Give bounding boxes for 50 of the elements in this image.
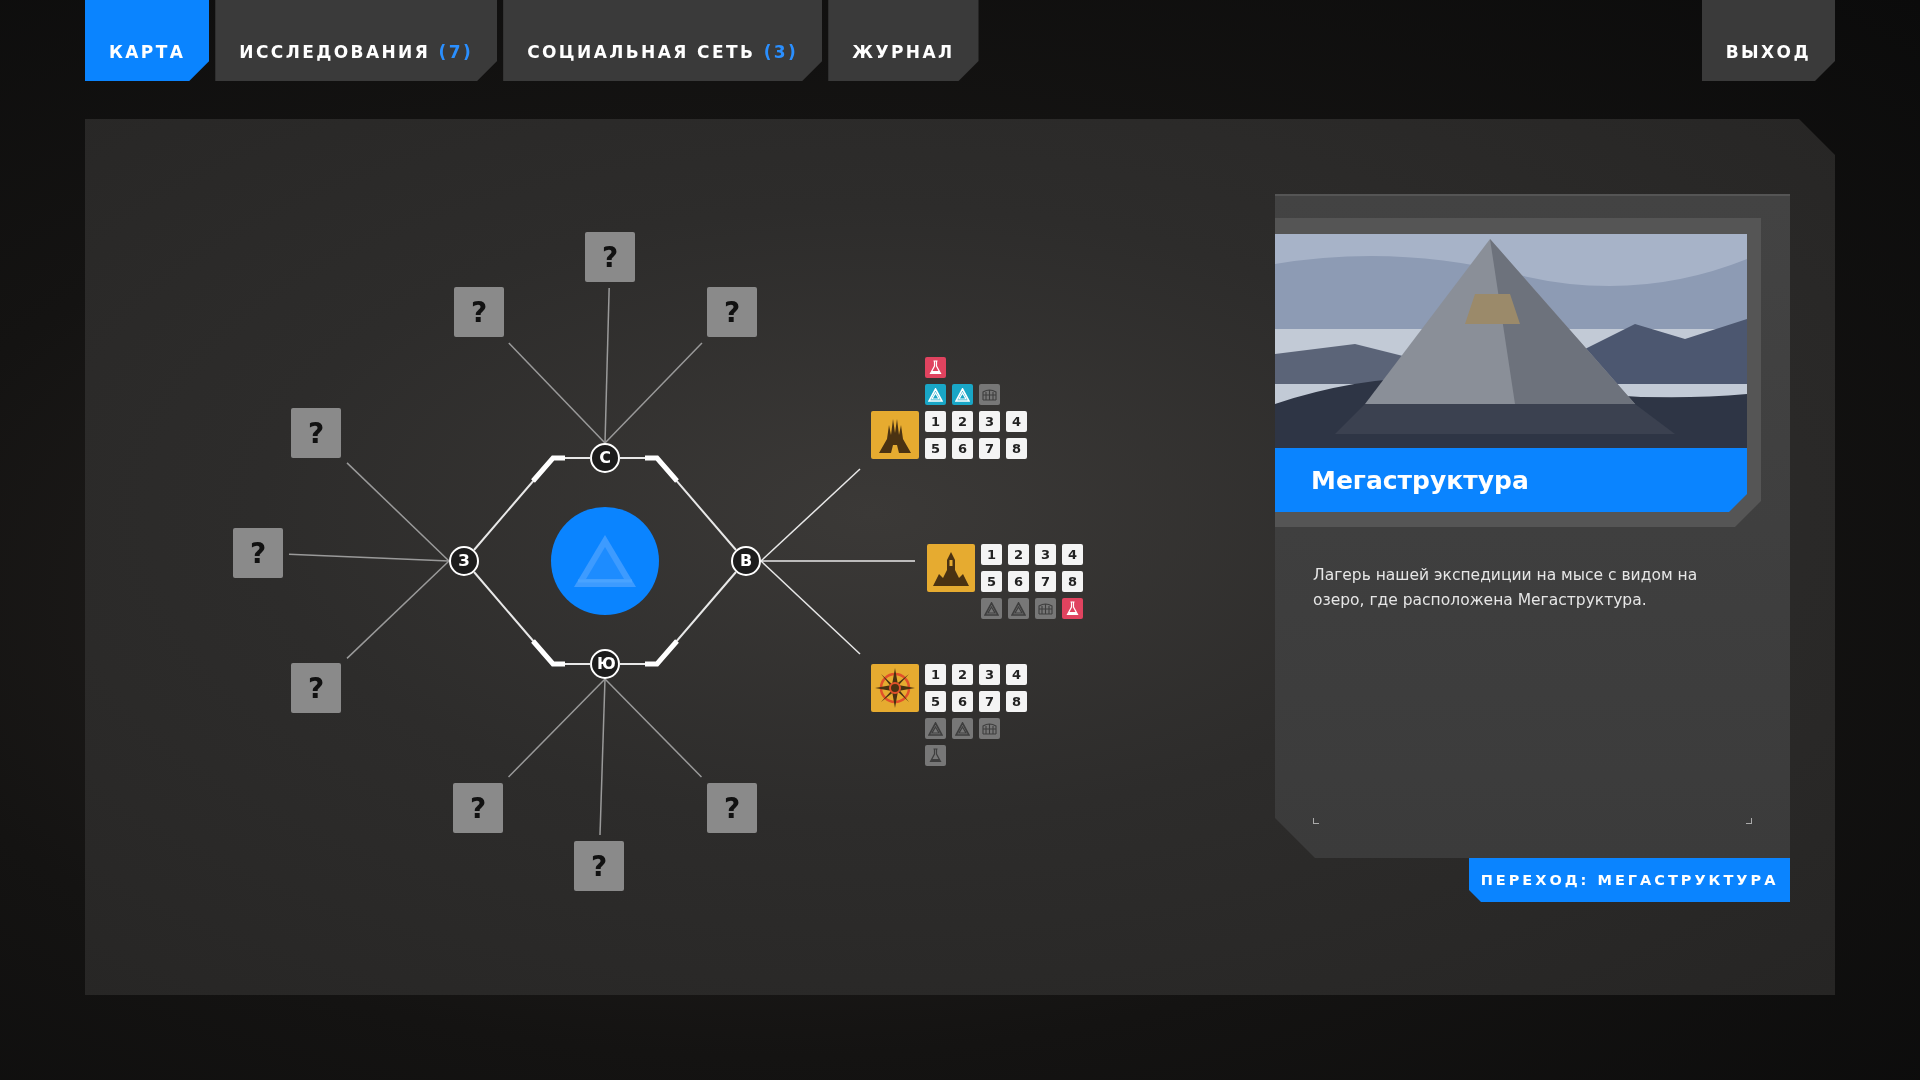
unknown-node[interactable]: ? [291,663,341,713]
compass-label: В [738,551,754,571]
unknown-node[interactable]: ? [454,287,504,337]
location-title: Мегаструктура [1275,448,1747,512]
slot-tile[interactable]: 2 [1008,544,1029,565]
slot-tile[interactable]: 6 [952,691,973,712]
travel-button[interactable]: ПЕРЕХОД: МЕГАСТРУКТУРА [1469,858,1790,902]
nav-tab[interactable]: СОЦИАЛЬНАЯ СЕТЬ (3) [503,0,823,81]
nav-tab[interactable]: КАРТА [85,0,210,81]
unknown-node[interactable]: ? [707,287,757,337]
unknown-node[interactable]: ? [707,783,757,833]
slot-tile[interactable]: 6 [1008,571,1029,592]
slot-tile[interactable]: 4 [1006,664,1027,685]
compass-label: Ю [597,654,613,674]
slot-tile[interactable]: 5 [981,571,1002,592]
compass-label: С [598,448,612,468]
slot-tile[interactable]: 1 [925,664,946,685]
slot-tile[interactable]: 8 [1006,438,1027,459]
unknown-node[interactable]: ? [233,528,283,578]
slot-tile[interactable]: 5 [925,691,946,712]
corner-mark [1313,818,1319,824]
slot-tile[interactable]: 8 [1062,571,1083,592]
slot-tile[interactable]: 8 [1006,691,1027,712]
slot-tile[interactable]: 4 [1062,544,1083,565]
location-description: Лагерь нашей экспедиции на мысе с видом на озеро, где расположена Мегаструктура. [1313,565,1699,611]
slot-tile[interactable]: 5 [925,438,946,459]
slot-tile[interactable]: 6 [952,438,973,459]
slot-tile[interactable]: 7 [979,691,1000,712]
unknown-node[interactable]: ? [291,408,341,458]
slot-tile[interactable]: 7 [979,438,1000,459]
slot-tile[interactable]: 2 [952,664,973,685]
slot-tile[interactable]: 3 [979,664,1000,685]
location-node[interactable] [871,664,919,712]
corner-mark [1746,818,1752,824]
slot-tile[interactable]: 1 [925,411,946,432]
location-node[interactable] [927,544,975,592]
slot-tile[interactable]: 2 [952,411,973,432]
slot-tile[interactable]: 1 [981,544,1002,565]
nav-tab[interactable]: ИССЛЕДОВАНИЯ (7) [215,0,498,81]
slot-tile[interactable]: 7 [1035,571,1056,592]
location-node[interactable] [871,411,919,459]
exit-button[interactable]: ВЫХОД [1701,0,1835,81]
slot-tile[interactable]: 3 [979,411,1000,432]
unknown-node[interactable]: ? [453,783,503,833]
nav-tab[interactable]: ЖУРНАЛ [828,0,979,81]
slot-tile[interactable]: 3 [1035,544,1056,565]
unknown-node[interactable]: ? [574,841,624,891]
compass-label: З [457,551,471,571]
unknown-node[interactable]: ? [585,232,635,282]
slot-tile[interactable]: 4 [1006,411,1027,432]
